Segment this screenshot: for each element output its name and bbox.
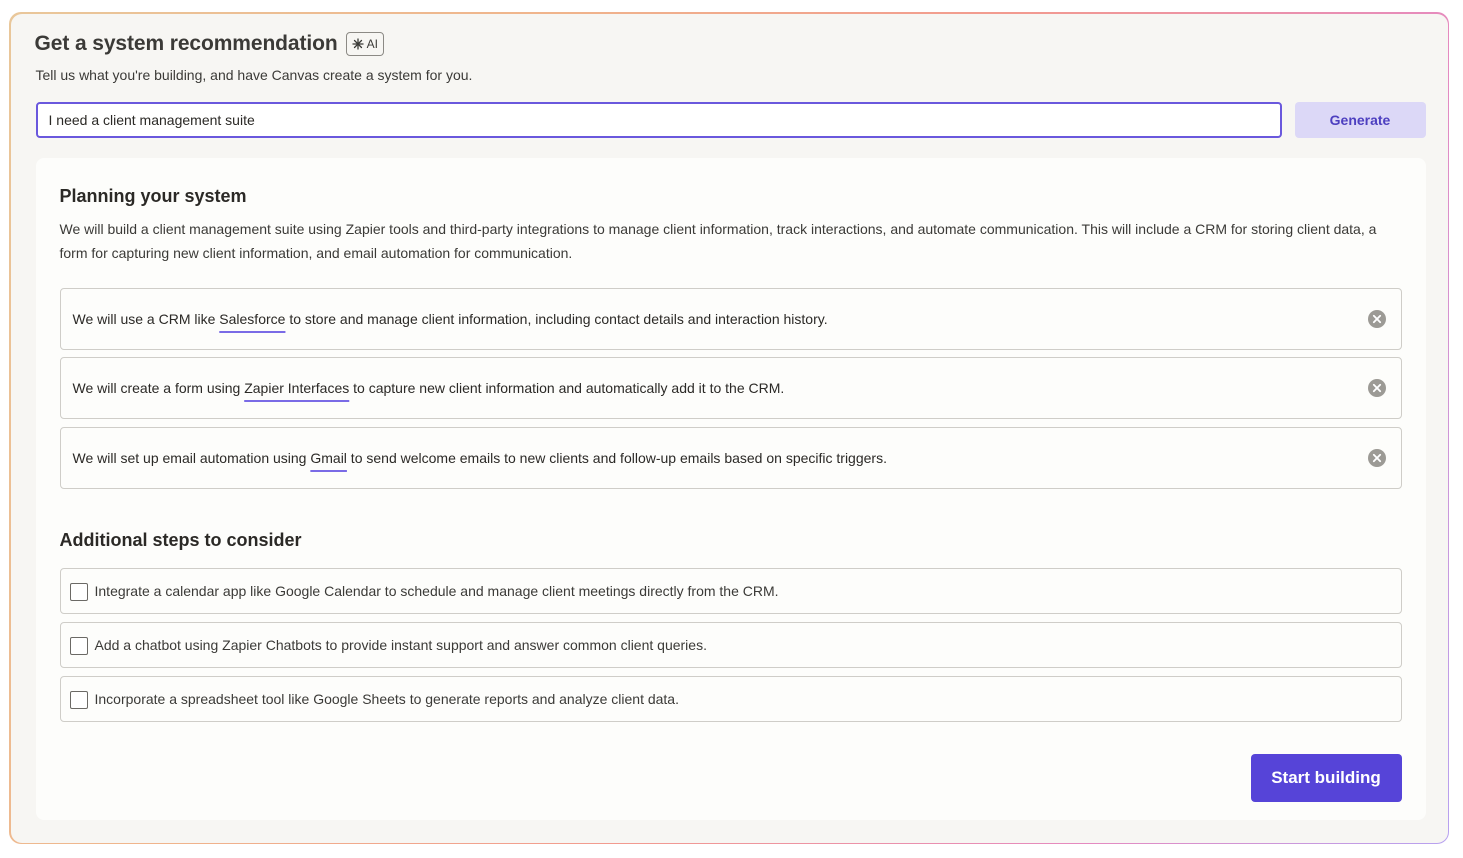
additional-step-option[interactable]: Add a chatbot using Zapier Chatbots to p… <box>59 621 1402 668</box>
additional-step-option[interactable]: Incorporate a spreadsheet tool like Goog… <box>59 675 1402 722</box>
header: Get a system recommendation AI <box>34 31 384 56</box>
checkbox-icon[interactable] <box>69 690 88 709</box>
generate-button[interactable]: Generate <box>1294 101 1426 138</box>
sparkle-icon <box>351 37 364 50</box>
close-circle-icon[interactable] <box>1367 378 1387 398</box>
additional-step-label: Add a chatbot using Zapier Chatbots to p… <box>94 636 707 653</box>
prompt-input[interactable] <box>35 101 1282 138</box>
plan-step-text-before: We will use a CRM like <box>72 310 220 327</box>
plan-step-text: We will use a CRM like Salesforce to sto… <box>73 289 828 349</box>
plan-step-text-before: We will create a form using <box>72 379 245 396</box>
planning-description: We will build a client management suite … <box>59 220 1377 261</box>
additional-steps-title: Additional steps to consider <box>59 529 302 550</box>
close-circle-icon[interactable] <box>1367 448 1387 468</box>
start-building-button[interactable]: Start building <box>1250 753 1402 802</box>
additional-step-label: Incorporate a spreadsheet tool like Goog… <box>94 690 680 707</box>
close-circle-icon[interactable] <box>1367 309 1387 329</box>
plan-step-tool-link[interactable]: Salesforce <box>219 311 285 327</box>
recommendation-panel: Get a system recommendation AI Tell us w… <box>10 13 1448 843</box>
plan-step: We will create a form using Zapier Inter… <box>59 356 1402 419</box>
plan-step-text-before: We will set up email automation using <box>72 449 311 466</box>
plan-step-tool-link[interactable]: Zapier Interfaces <box>244 380 349 396</box>
plan-card: Planning your system We will build a cli… <box>35 157 1426 820</box>
planning-title: Planning your system <box>59 185 247 206</box>
plan-step-text: We will set up email automation using Gm… <box>73 428 887 488</box>
ai-badge: AI <box>345 31 384 56</box>
plan-step-text-after: to store and manage client information, … <box>285 310 828 327</box>
plan-step-tool-link[interactable]: Gmail <box>310 450 347 466</box>
additional-step-option[interactable]: Integrate a calendar app like Google Cal… <box>59 567 1402 614</box>
page-title: Get a system recommendation <box>34 31 338 55</box>
additional-step-label: Integrate a calendar app like Google Cal… <box>94 582 779 599</box>
plan-step-text-after: to capture new client information and au… <box>349 379 785 396</box>
plan-step: We will set up email automation using Gm… <box>59 426 1402 489</box>
plan-step-text-after: to send welcome emails to new clients an… <box>346 449 887 466</box>
ai-badge-label: AI <box>366 36 378 51</box>
recommendation-panel-frame: Get a system recommendation AI Tell us w… <box>9 12 1449 844</box>
checkbox-icon[interactable] <box>69 582 88 601</box>
checkbox-icon[interactable] <box>69 636 88 655</box>
plan-step-text: We will create a form using Zapier Inter… <box>73 358 785 418</box>
page-subtitle: Tell us what you're building, and have C… <box>35 66 473 83</box>
plan-step: We will use a CRM like Salesforce to sto… <box>59 287 1402 350</box>
